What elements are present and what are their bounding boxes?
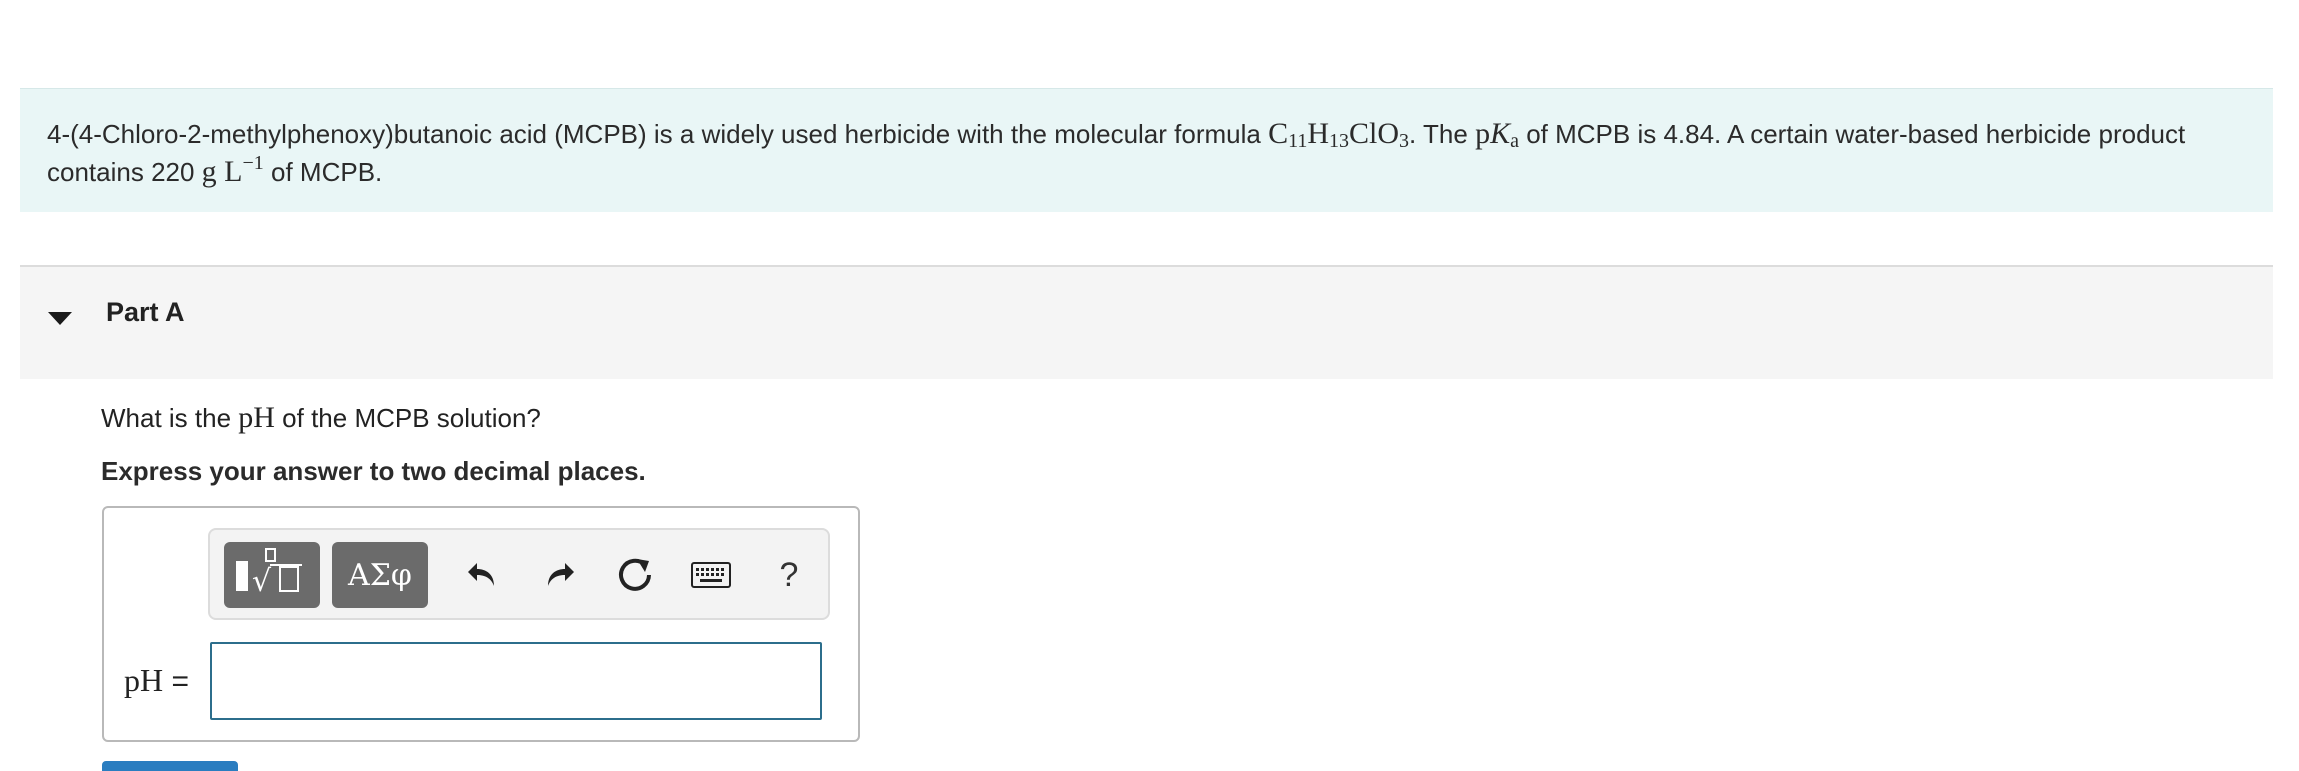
templates-button[interactable]: √ [224, 542, 320, 608]
answer-instruction: Express your answer to two decimal place… [101, 456, 646, 486]
pka-a: a [1510, 130, 1519, 152]
formula-o-sub: 3 [1399, 130, 1410, 152]
intro-text: . The [1409, 119, 1476, 149]
question-text: What is the pH of the MCPB solution? [101, 401, 541, 435]
problem-intro: 4-(4-Chloro-2-methylphenoxy)butanoic aci… [20, 88, 2273, 212]
reset-icon[interactable] [608, 548, 662, 602]
symbols-button[interactable]: ΑΣφ [332, 542, 428, 608]
answer-label: pH = [124, 662, 189, 699]
answer-label-eq: = [163, 665, 189, 698]
answer-box: √ ΑΣφ ? pH = [102, 506, 860, 742]
molecular-formula: C11H13ClO3 [1268, 117, 1410, 152]
undo-icon[interactable] [456, 548, 510, 602]
formula-c: C [1268, 117, 1289, 150]
math-toolbar: √ ΑΣφ ? [208, 528, 830, 620]
question-part: of the MCPB solution? [274, 403, 541, 433]
pka-symbol: pKa [1475, 117, 1519, 152]
intro-text: of MCPB. [263, 157, 383, 187]
unit-l: L [224, 155, 243, 188]
svg-text:√: √ [252, 564, 272, 599]
unit-g: g [201, 155, 217, 188]
pka-k: K [1490, 117, 1511, 150]
collapse-caret-icon[interactable] [48, 312, 72, 325]
keyboard-icon[interactable] [684, 548, 738, 602]
question-part: What is the [101, 403, 239, 433]
formula-c-sub: 11 [1288, 130, 1308, 152]
templates-icon: √ [236, 548, 302, 599]
concentration-unit: g L−1 [201, 152, 264, 188]
ph-answer-input[interactable] [210, 642, 822, 720]
unit-exponent: −1 [242, 152, 264, 174]
submit-button[interactable] [102, 761, 238, 771]
part-title: Part A [106, 297, 185, 327]
formula-h-sub: 13 [1329, 130, 1350, 152]
redo-icon[interactable] [532, 548, 586, 602]
question-ph: pH [238, 401, 275, 434]
pka-p: p [1475, 117, 1491, 150]
formula-h: H [1307, 117, 1330, 150]
part-a-header[interactable]: Part A [20, 267, 2273, 379]
formula-clo: ClO [1349, 117, 1400, 150]
help-button[interactable]: ? [762, 548, 816, 602]
answer-label-ph: pH [124, 662, 164, 698]
intro-text: 4-(4-Chloro-2-methylphenoxy)butanoic aci… [47, 119, 1269, 149]
